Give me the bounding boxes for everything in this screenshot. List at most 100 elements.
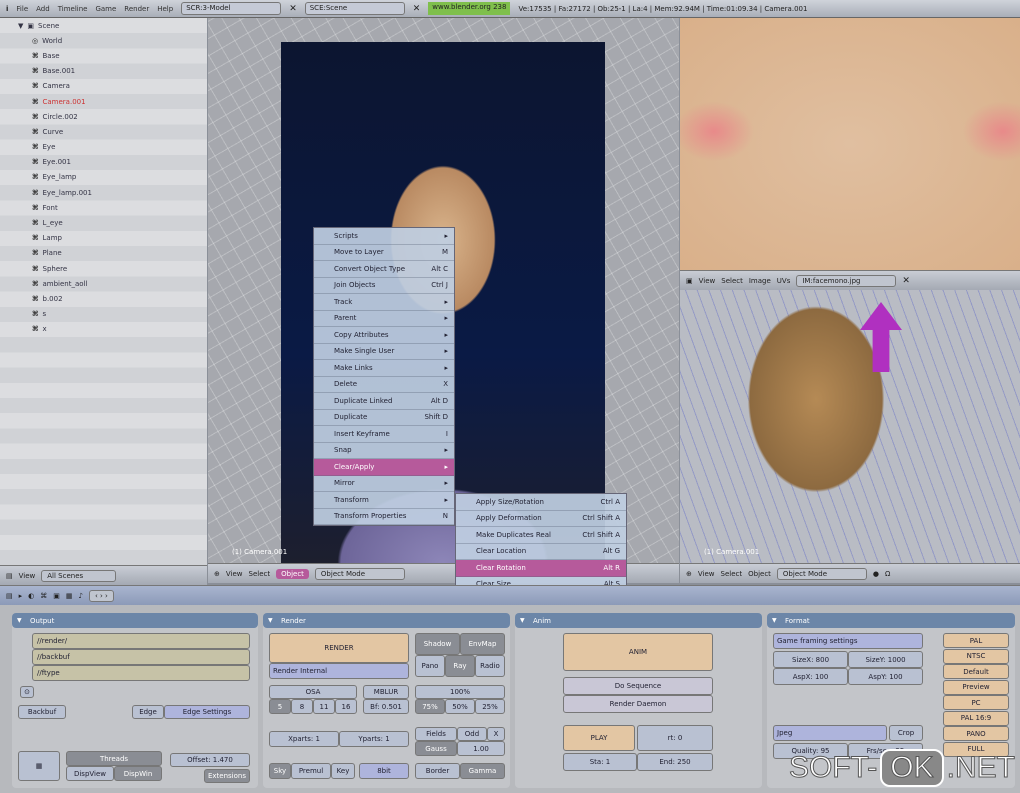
- scene-icon[interactable]: ▣: [53, 592, 60, 600]
- osa-8[interactable]: 8: [291, 699, 313, 714]
- view-menu[interactable]: View: [19, 572, 36, 580]
- outliner-item[interactable]: ⌘ Font: [0, 200, 207, 215]
- menu-item[interactable]: Clear/Apply ▸: [314, 459, 454, 476]
- object-icon[interactable]: ⌘: [40, 592, 47, 600]
- select-menu[interactable]: Select: [721, 277, 743, 285]
- osa-5[interactable]: 5: [269, 699, 291, 714]
- editor-type-icon[interactable]: ⊕: [686, 570, 692, 578]
- border-toggle[interactable]: Border: [415, 763, 460, 779]
- menu-item[interactable]: Duplicate Linked Alt D: [314, 393, 454, 410]
- percent-75[interactable]: 75%: [415, 699, 445, 714]
- outliner-item[interactable]: ⌘ s: [0, 307, 207, 322]
- menu-item[interactable]: Make Duplicates Real Ctrl Shift A: [456, 527, 626, 544]
- pano-toggle[interactable]: Pano: [415, 655, 445, 677]
- sizex-field[interactable]: SizeX: 800: [773, 651, 848, 668]
- format-preset-button[interactable]: PAL 16:9: [943, 710, 1009, 726]
- format-preset-button[interactable]: PANO: [943, 726, 1009, 741]
- menu-item[interactable]: Duplicate Shift D: [314, 410, 454, 426]
- outliner-item[interactable]: ⌘ Eye_lamp.001: [0, 185, 207, 200]
- close-icon[interactable]: ✕: [902, 276, 910, 286]
- view-menu[interactable]: View: [698, 570, 715, 578]
- 3d-viewport-mesh[interactable]: (1) Camera.001: [680, 290, 1020, 563]
- ftype-path-field[interactable]: //ftype: [32, 665, 250, 681]
- uvs-menu[interactable]: UVs: [777, 277, 791, 285]
- menu-item[interactable]: Make Links ▸: [314, 360, 454, 377]
- editor-type-icon[interactable]: ⊕: [214, 570, 220, 578]
- blender-url[interactable]: www.blender.org 238: [428, 2, 511, 15]
- menu-item[interactable]: Join Objects Ctrl J: [314, 278, 454, 294]
- outliner-item[interactable]: ⌘ Camera: [0, 79, 207, 94]
- image-editor-texture[interactable]: [680, 18, 1020, 270]
- outliner-item[interactable]: ⌘ Curve: [0, 124, 207, 139]
- dispview-button[interactable]: DispView: [66, 766, 114, 781]
- gauss-field[interactable]: 1.00: [457, 741, 505, 756]
- outliner-scene[interactable]: ▼ ▣ Scene: [0, 18, 207, 33]
- menu-render[interactable]: Render: [124, 5, 149, 13]
- anim-icon[interactable]: ♪: [79, 592, 83, 600]
- scene-link-button[interactable]: ⊙: [20, 686, 34, 698]
- edge-toggle[interactable]: Edge: [132, 705, 164, 719]
- object-menu[interactable]: Object: [748, 570, 771, 578]
- shading-icon[interactable]: ◐: [28, 592, 34, 600]
- logic-icon[interactable]: ▸: [19, 592, 23, 600]
- image-menu[interactable]: Image: [749, 277, 771, 285]
- menu-item[interactable]: Insert Keyframe I: [314, 426, 454, 443]
- format-preset-button[interactable]: NTSC: [943, 648, 1009, 664]
- offset-field[interactable]: Offset: 1.470: [170, 753, 250, 767]
- aspy-field[interactable]: AspY: 100: [848, 668, 923, 685]
- select-menu[interactable]: Select: [721, 570, 743, 578]
- magnet-icon[interactable]: Ω: [885, 570, 890, 578]
- odd-toggle[interactable]: Odd: [457, 727, 487, 741]
- fields-toggle[interactable]: Fields: [415, 727, 457, 741]
- menu-item[interactable]: Clear Location Alt G: [456, 544, 626, 560]
- backbuf-toggle[interactable]: Backbuf: [18, 705, 66, 719]
- menu-item[interactable]: Snap ▸: [314, 443, 454, 459]
- envmap-toggle[interactable]: EnvMap: [460, 633, 505, 655]
- render-path-field[interactable]: //render/: [32, 633, 250, 649]
- menu-item[interactable]: Clear Rotation Alt R: [456, 560, 626, 577]
- format-preset-button[interactable]: PC: [943, 695, 1009, 710]
- play-button[interactable]: PLAY: [563, 725, 635, 751]
- outliner-item[interactable]: ⌘ Eye.001: [0, 155, 207, 170]
- outliner-item[interactable]: ⌘ x: [0, 322, 207, 337]
- screen-selector[interactable]: SCR:3-Model: [181, 2, 282, 15]
- outliner-item[interactable]: ⌘ Eye: [0, 140, 207, 155]
- view-menu[interactable]: View: [226, 570, 243, 578]
- menu-game[interactable]: Game: [95, 5, 116, 13]
- menu-file[interactable]: File: [16, 5, 28, 13]
- gauss-toggle[interactable]: Gauss: [415, 741, 457, 756]
- x-toggle[interactable]: X: [487, 727, 505, 741]
- select-menu[interactable]: Select: [249, 570, 271, 578]
- outliner-item[interactable]: ⌘ Sphere: [0, 261, 207, 276]
- bit-dropdown[interactable]: 8bit: [359, 763, 409, 779]
- outliner-item[interactable]: ⌘ Base: [0, 48, 207, 63]
- menu-item[interactable]: Delete X: [314, 377, 454, 393]
- menu-item[interactable]: Convert Object Type Alt C: [314, 261, 454, 278]
- image-selector[interactable]: IM:facemono.jpg: [796, 274, 897, 287]
- menu-item[interactable]: Scripts ▸: [314, 228, 454, 245]
- extensions-button[interactable]: Extensions: [204, 769, 250, 783]
- scene-selector[interactable]: SCE:Scene: [304, 2, 405, 15]
- menu-item[interactable]: Transform Properties N: [314, 509, 454, 525]
- menu-item[interactable]: Parent ▸: [314, 311, 454, 327]
- outliner-item[interactable]: ⌘ Base.001: [0, 64, 207, 79]
- menu-timeline[interactable]: Timeline: [58, 5, 88, 13]
- editor-type-icon[interactable]: ▤: [6, 572, 13, 580]
- outliner-item[interactable]: ⌘ b.002: [0, 291, 207, 306]
- render-button[interactable]: RENDER: [269, 633, 409, 663]
- menu-item[interactable]: Transform ▸: [314, 492, 454, 509]
- osa-toggle[interactable]: OSA: [269, 685, 357, 699]
- start-frame-field[interactable]: Sta: 1: [563, 753, 637, 771]
- do-sequence-toggle[interactable]: Do Sequence: [563, 677, 713, 695]
- ray-toggle[interactable]: Ray: [445, 655, 475, 677]
- outliner-item[interactable]: ⌘ Plane: [0, 246, 207, 261]
- outliner-item[interactable]: ⌘ Eye_lamp: [0, 170, 207, 185]
- expand-icon[interactable]: ▼: [18, 22, 23, 30]
- outliner-item[interactable]: ⌘ Lamp: [0, 231, 207, 246]
- scope-dropdown[interactable]: All Scenes: [41, 569, 117, 582]
- size-percent[interactable]: 100%: [415, 685, 505, 699]
- premul-toggle[interactable]: Premul: [291, 763, 331, 779]
- file-type-dropdown[interactable]: Jpeg: [773, 725, 887, 741]
- yparts-field[interactable]: Yparts: 1: [339, 731, 409, 747]
- format-preset-button[interactable]: PAL: [943, 633, 1009, 648]
